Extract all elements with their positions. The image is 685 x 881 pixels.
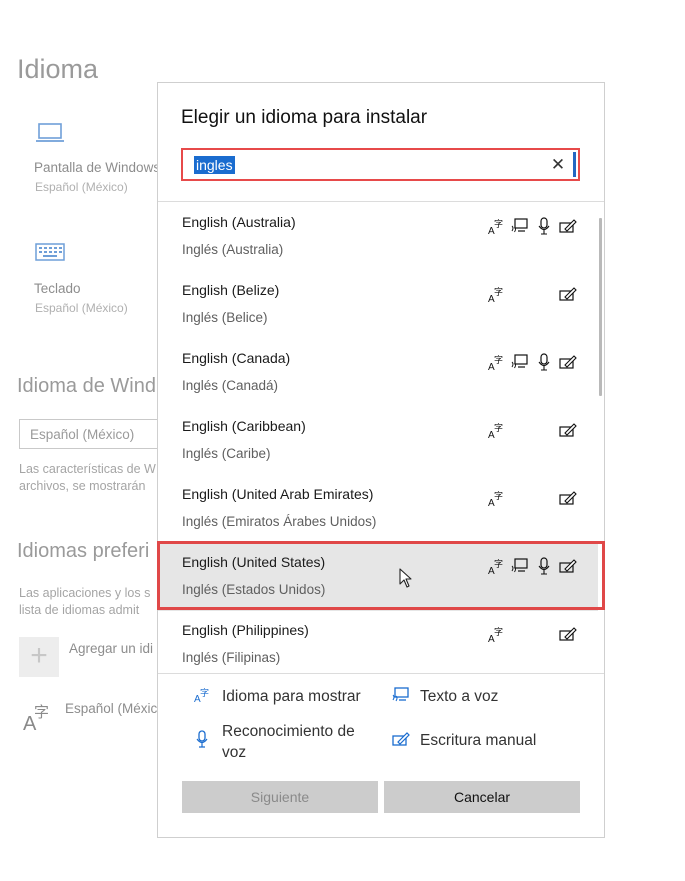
text-to-speech-icon bbox=[511, 217, 529, 235]
keyboard-setting-label[interactable]: Teclado bbox=[34, 281, 81, 296]
display-language-icon: A字 bbox=[488, 353, 506, 371]
handwriting-legend: Escritura manual bbox=[420, 732, 537, 749]
svg-text:字: 字 bbox=[494, 422, 503, 434]
text-to-speech-icon bbox=[511, 353, 529, 371]
laptop-icon bbox=[35, 122, 65, 149]
handwriting-icon bbox=[559, 625, 577, 643]
language-name: English (Belize) bbox=[182, 282, 280, 298]
language-name: English (Caribbean) bbox=[182, 418, 306, 434]
svg-text:字: 字 bbox=[494, 354, 503, 366]
handwriting-icon bbox=[559, 353, 577, 371]
preferred-desc-line-2: lista de idiomas admit bbox=[19, 603, 140, 617]
display-language-icon: A字 bbox=[488, 557, 506, 575]
preferred-languages-description: Las aplicaciones y los s lista de idioma… bbox=[19, 585, 150, 619]
language-name: English (Canada) bbox=[182, 350, 291, 366]
preferred-desc-line-1: Las aplicaciones y los s bbox=[19, 586, 151, 600]
page-title: Idioma bbox=[17, 54, 99, 84]
language-name: English (Philippines) bbox=[182, 622, 309, 638]
svg-text:字: 字 bbox=[200, 687, 209, 699]
language-list-item[interactable]: English (Caribbean) Inglés (Caribe) A 字 bbox=[158, 407, 598, 475]
language-list-item[interactable]: English (Belize) Inglés (Belice) A 字 bbox=[158, 271, 598, 339]
speech-recognition-icon bbox=[538, 217, 556, 235]
display-setting-value: Español (México) bbox=[35, 180, 128, 194]
display-language-legend-icon: A字 bbox=[194, 687, 210, 708]
keyboard-setting-value: Español (México) bbox=[35, 301, 128, 315]
handwriting-icon bbox=[559, 557, 577, 575]
display-language-icon: A字 bbox=[488, 625, 506, 643]
language-native-name: Inglés (Emiratos Árabes Unidos) bbox=[182, 514, 377, 529]
handwriting-legend-icon bbox=[392, 731, 410, 752]
language-native-name: Inglés (Australia) bbox=[182, 242, 284, 257]
handwriting-icon bbox=[559, 285, 577, 303]
svg-text:字: 字 bbox=[494, 626, 503, 638]
language-name: English (Australia) bbox=[182, 214, 296, 230]
language-list-item[interactable]: English (Australia) Inglés (Australia) A 字 bbox=[158, 203, 598, 271]
language-native-name: Inglés (Caribe) bbox=[182, 446, 271, 461]
display-language-icon: A字 bbox=[488, 489, 506, 507]
search-highlight-outline: ingles ✕ bbox=[181, 148, 580, 181]
windows-desc-line-2: archivos, se mostrarán bbox=[19, 479, 146, 493]
handwriting-icon bbox=[559, 421, 577, 439]
keyboard-icon bbox=[35, 242, 65, 267]
language-list[interactable]: English (Australia) Inglés (Australia) A 字 E… bbox=[158, 203, 604, 673]
search-field[interactable]: ingles ✕ bbox=[185, 152, 576, 177]
list-scrollbar[interactable] bbox=[599, 218, 602, 396]
speech-recognition-legend-line-2: voz bbox=[222, 744, 247, 761]
speech-recognition-legend-icon bbox=[196, 730, 208, 753]
display-language-legend: Idioma para mostrar bbox=[222, 688, 361, 705]
speech-recognition-icon bbox=[538, 557, 556, 575]
display-language-icon: A字 bbox=[488, 285, 506, 303]
svg-text:字: 字 bbox=[494, 218, 503, 230]
speech-recognition-icon bbox=[538, 353, 556, 371]
windows-desc-line-1: Las características de W bbox=[19, 462, 156, 476]
install-language-dialog: Elegir un idioma para instalar ingles ✕ … bbox=[157, 82, 605, 838]
next-button[interactable]: Siguiente bbox=[182, 781, 378, 813]
speech-recognition-legend-line-1: Reconocimiento de bbox=[222, 723, 355, 740]
dialog-title: Elegir un idioma para instalar bbox=[181, 107, 428, 128]
search-input[interactable]: ingles bbox=[194, 156, 235, 174]
language-native-name: Inglés (Canadá) bbox=[182, 378, 279, 393]
preferred-languages-heading: Idiomas preferi bbox=[17, 540, 150, 562]
display-setting-label[interactable]: Pantalla de Windows bbox=[34, 160, 160, 175]
text-to-speech-legend-icon bbox=[392, 687, 410, 708]
language-native-name: Inglés (Filipinas) bbox=[182, 650, 281, 665]
language-list-item[interactable]: English (Philippines) Inglés (Filipinas) A… bbox=[158, 611, 598, 673]
text-to-speech-icon bbox=[511, 557, 529, 575]
add-language-label[interactable]: Agregar un idi bbox=[69, 641, 153, 656]
mouse-pointer-icon bbox=[399, 568, 413, 593]
text-to-speech-legend: Texto a voz bbox=[420, 688, 499, 705]
add-language-button[interactable]: + bbox=[19, 637, 59, 677]
clear-search-button[interactable]: ✕ bbox=[549, 154, 567, 176]
handwriting-icon bbox=[559, 489, 577, 507]
display-language-icon: A字 bbox=[22, 702, 52, 737]
display-language-icon: A字 bbox=[488, 217, 506, 235]
language-name: English (United States) bbox=[182, 554, 326, 570]
speech-recognition-legend: Reconocimiento de voz bbox=[222, 721, 355, 763]
language-native-name: Inglés (Belice) bbox=[182, 310, 268, 325]
language-list-item[interactable]: English (United States) Inglés (Estados U… bbox=[158, 543, 598, 611]
svg-text:字: 字 bbox=[34, 703, 49, 721]
language-native-name: Inglés (Estados Unidos) bbox=[182, 582, 326, 597]
language-name: English (United Arab Emirates) bbox=[182, 486, 374, 502]
svg-text:字: 字 bbox=[494, 286, 503, 298]
cancel-button[interactable]: Cancelar bbox=[384, 781, 580, 813]
windows-language-select[interactable]: Español (México) bbox=[19, 419, 169, 449]
windows-language-description: Las características de W archivos, se mo… bbox=[19, 461, 156, 495]
display-language-icon: A字 bbox=[488, 421, 506, 439]
list-bottom-divider bbox=[158, 673, 604, 674]
language-list-item[interactable]: English (United Arab Emirates) Inglés (Em… bbox=[158, 475, 598, 543]
handwriting-icon bbox=[559, 217, 577, 235]
preferred-language-item[interactable]: Español (Méxic bbox=[65, 701, 157, 716]
svg-text:字: 字 bbox=[494, 490, 503, 502]
language-list-item[interactable]: English (Canada) Inglés (Canadá) A 字 bbox=[158, 339, 598, 407]
windows-language-heading: Idioma de Wind bbox=[17, 375, 156, 397]
svg-text:字: 字 bbox=[494, 558, 503, 570]
list-top-divider bbox=[158, 201, 604, 202]
